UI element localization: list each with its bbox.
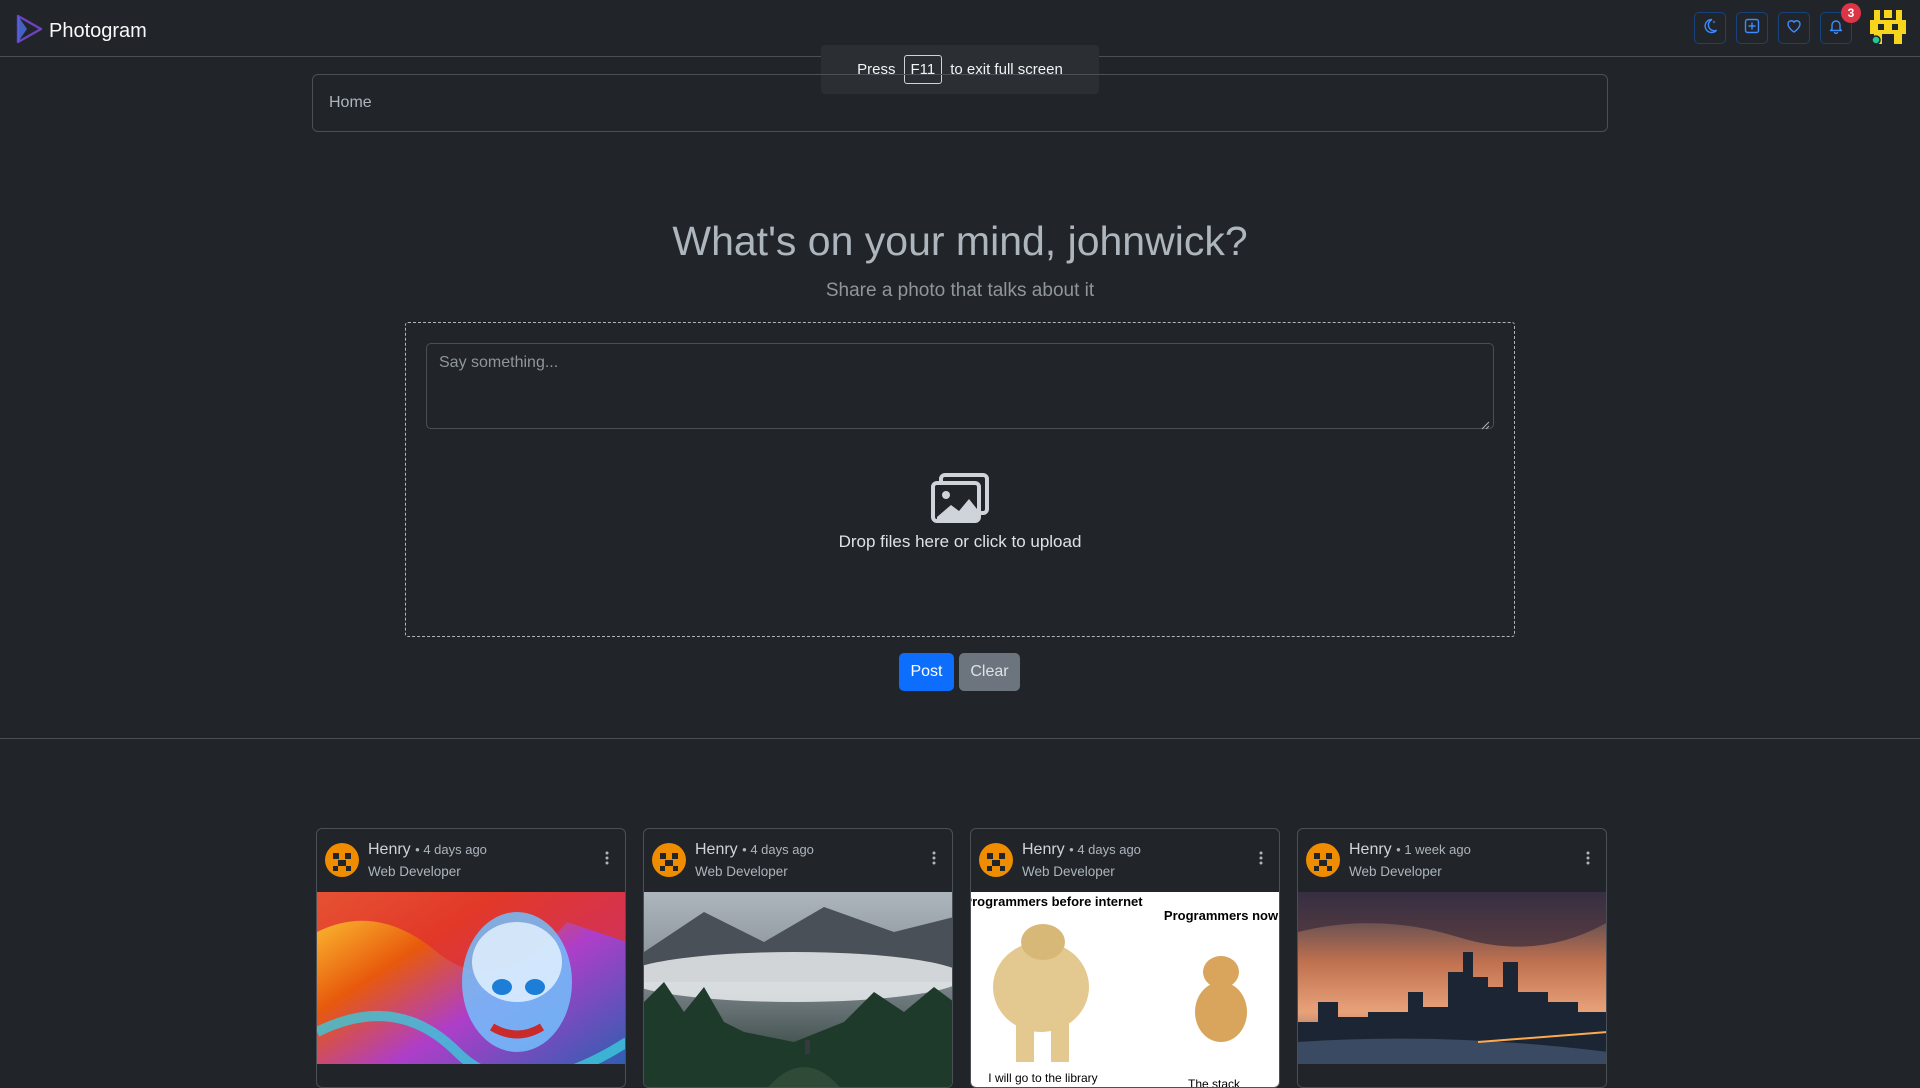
brand-link[interactable]: Photogram xyxy=(15,14,147,49)
post-time: 4 days ago xyxy=(423,842,487,857)
post-time: 4 days ago xyxy=(750,842,814,857)
author-avatar[interactable] xyxy=(325,843,359,877)
caption-textarea[interactable] xyxy=(426,343,1494,429)
resize-handle-icon[interactable] xyxy=(1480,417,1490,435)
theme-toggle-button[interactable] xyxy=(1694,12,1726,44)
images-icon xyxy=(931,473,989,530)
user-avatar[interactable] xyxy=(1870,10,1906,46)
breadcrumb: Home xyxy=(312,74,1608,132)
author-role: Web Developer xyxy=(1349,864,1442,879)
brand-name: Photogram xyxy=(49,20,147,42)
post-image[interactable] xyxy=(317,892,626,1088)
meme-bottom-left: I will go to the library xyxy=(988,1071,1097,1085)
post-image[interactable] xyxy=(1298,892,1607,1088)
clear-button[interactable]: Clear xyxy=(959,653,1020,691)
upload-text: Drop files here or click to upload xyxy=(838,532,1082,551)
meme-caption-right: Programmers now xyxy=(1164,908,1279,923)
post-button[interactable]: Post xyxy=(899,653,954,691)
page-subtitle: Share a photo that talks about it xyxy=(825,280,1095,301)
post-time: 1 week ago xyxy=(1404,842,1471,857)
author-avatar[interactable] xyxy=(979,843,1013,877)
moon-icon xyxy=(1702,18,1718,39)
plus-square-icon xyxy=(1744,18,1760,39)
breadcrumb-home[interactable]: Home xyxy=(329,94,372,112)
post-feed: Henry • 4 days ago Web Developer Henry •… xyxy=(316,828,1607,1088)
favorites-button[interactable] xyxy=(1778,12,1810,44)
post-menu-icon[interactable] xyxy=(932,851,936,870)
post-card[interactable]: Henry • 4 days ago Web Developer Program… xyxy=(970,828,1280,1088)
section-divider xyxy=(0,738,1920,739)
author-role: Web Developer xyxy=(1022,864,1115,879)
author-role: Web Developer xyxy=(368,864,461,879)
new-post-button[interactable] xyxy=(1736,12,1768,44)
author-name[interactable]: Henry xyxy=(1022,841,1065,858)
meme-caption-left: Programmers before internet xyxy=(971,894,1143,909)
author-avatar[interactable] xyxy=(652,843,686,877)
bell-icon xyxy=(1828,18,1844,39)
post-card[interactable]: Henry • 1 week ago Web Developer xyxy=(1297,828,1607,1088)
notifications-button[interactable]: 3 xyxy=(1820,3,1861,44)
author-name[interactable]: Henry xyxy=(695,841,738,858)
author-name[interactable]: Henry xyxy=(368,841,411,858)
upload-trigger[interactable]: Drop files here or click to upload xyxy=(406,473,1514,552)
author-role: Web Developer xyxy=(695,864,788,879)
post-menu-icon[interactable] xyxy=(605,851,609,870)
author-avatar[interactable] xyxy=(1306,843,1340,877)
author-name[interactable]: Henry xyxy=(1349,841,1392,858)
post-time: 4 days ago xyxy=(1077,842,1141,857)
post-menu-icon[interactable] xyxy=(1586,851,1590,870)
meme-bottom-right: The stack xyxy=(1188,1077,1241,1088)
post-menu-icon[interactable] xyxy=(1259,851,1263,870)
upload-dropzone[interactable]: Drop files here or click to upload xyxy=(405,322,1515,637)
post-image[interactable] xyxy=(644,892,953,1088)
heart-icon xyxy=(1786,18,1802,39)
play-logo-icon xyxy=(15,14,43,49)
page-title: What's on your mind, johnwick? xyxy=(672,218,1248,264)
notification-badge: 3 xyxy=(1841,3,1861,23)
post-card[interactable]: Henry • 4 days ago Web Developer xyxy=(643,828,953,1088)
post-image[interactable]: Programmers before internet Programmers … xyxy=(971,892,1280,1088)
post-card[interactable]: Henry • 4 days ago Web Developer xyxy=(316,828,626,1088)
